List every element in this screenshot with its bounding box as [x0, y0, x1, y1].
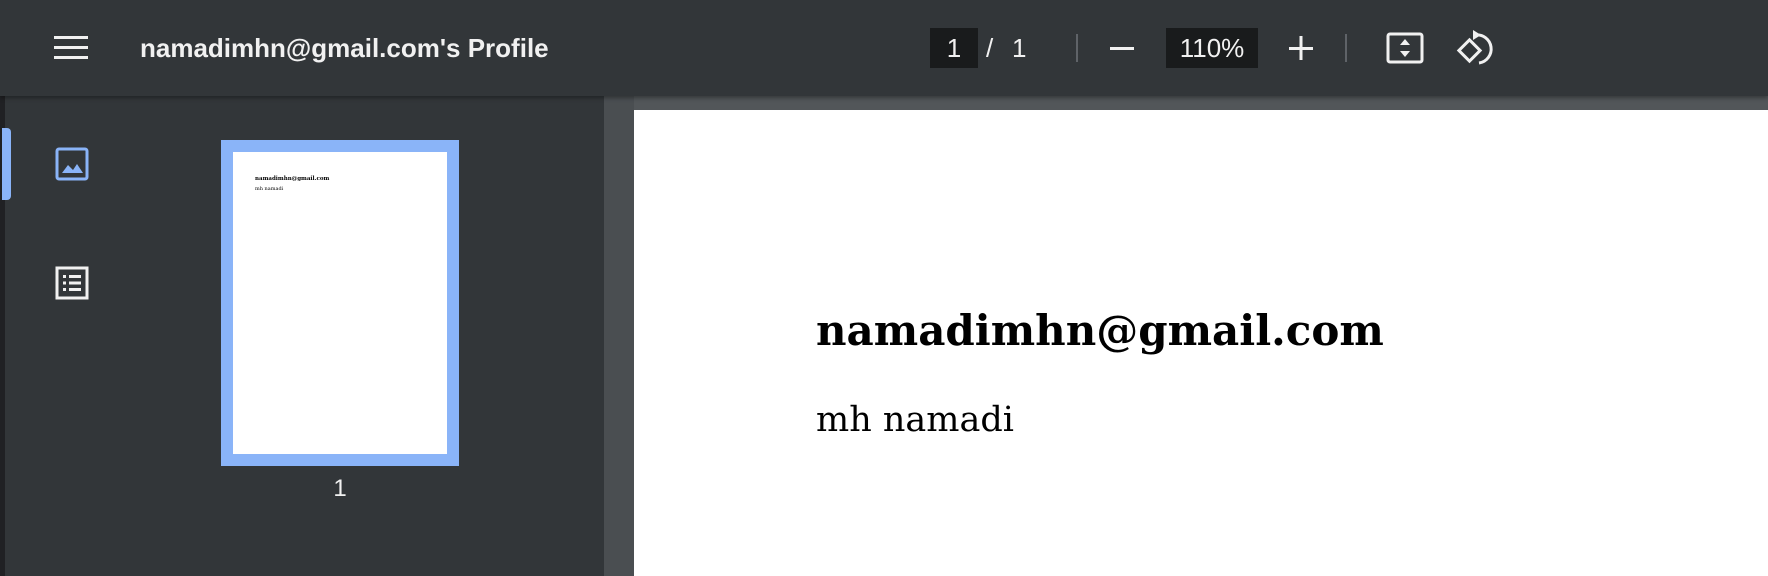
- thumbnails-icon: [55, 147, 89, 181]
- rotate-icon: [1456, 30, 1493, 65]
- outline-view-button[interactable]: [52, 263, 92, 303]
- page-heading: namadimhn@gmail.com: [816, 306, 1384, 355]
- zoom-in-icon: [1289, 36, 1313, 60]
- zoom-level-input[interactable]: 110%: [1166, 28, 1258, 68]
- pdf-toolbar: namadimhn@gmail.com's Profile 1 / 1 110%: [0, 0, 1768, 96]
- zoom-out-button[interactable]: [1100, 26, 1144, 70]
- fit-to-page-icon: [1386, 32, 1424, 64]
- thumbnail-heading: namadimhn@gmail.com: [255, 176, 330, 182]
- page-number-input[interactable]: 1: [930, 28, 978, 68]
- thumbnails-view-button[interactable]: [52, 144, 92, 184]
- zoom-in-button[interactable]: [1279, 26, 1323, 70]
- document-title: namadimhn@gmail.com's Profile: [140, 33, 549, 63]
- fit-to-page-button[interactable]: [1383, 26, 1427, 70]
- thumbnail-page-number: 1: [333, 475, 347, 502]
- page-separator: /: [986, 33, 994, 63]
- toolbar-divider: [1076, 34, 1078, 62]
- rotate-button[interactable]: [1455, 26, 1499, 70]
- thumbnail-page: namadimhn@gmail.com mh namadi: [233, 152, 447, 454]
- page-thumbnail[interactable]: namadimhn@gmail.com mh namadi: [221, 140, 459, 466]
- menu-icon: [54, 36, 88, 59]
- thumbnail-subtext: mh namadi: [255, 186, 284, 192]
- document-page: namadimhn@gmail.com mh namadi: [634, 110, 1768, 576]
- outline-icon: [55, 266, 89, 300]
- menu-button[interactable]: [44, 28, 100, 68]
- viewer-gutter: [604, 96, 634, 576]
- page-total: 1: [1012, 33, 1027, 63]
- toolbar-divider: [1345, 34, 1347, 62]
- page-subtext: mh namadi: [816, 400, 1014, 440]
- active-tab-indicator: [2, 128, 11, 200]
- zoom-out-icon: [1110, 47, 1134, 50]
